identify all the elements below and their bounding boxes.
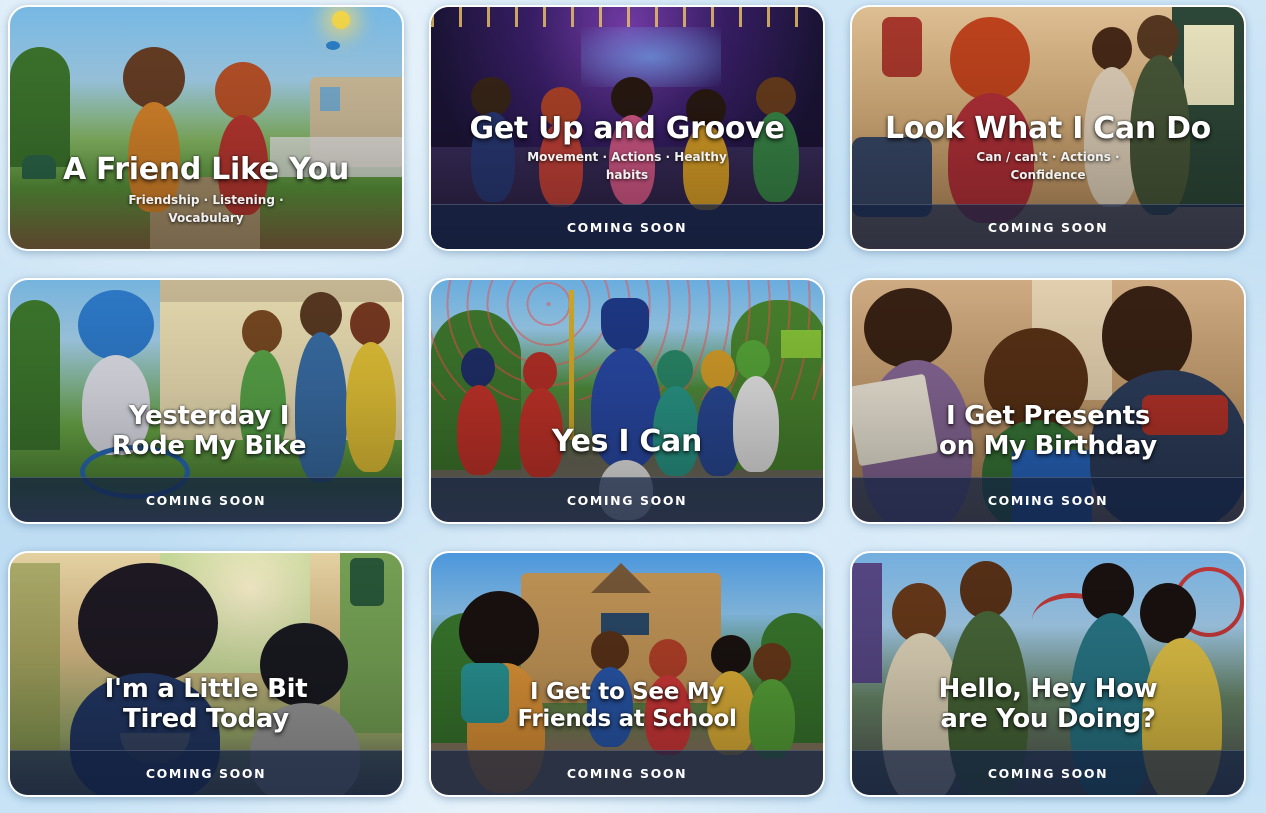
card-title-block: Hello, Hey How are You Doing? (852, 674, 1244, 734)
card-title-block: Look What I Can Do Can / can't · Actions… (852, 113, 1244, 184)
coming-soon-badge: COMING SOON (852, 750, 1244, 795)
card-title: I'm a Little Bit Tired Today (10, 674, 402, 734)
coming-soon-badge: COMING SOON (431, 750, 823, 795)
card-title: Get Up and Groove (431, 113, 823, 144)
card-title-line: A Friend Like You (62, 152, 350, 187)
coming-soon-badge: COMING SOON (852, 204, 1244, 249)
story-card-yesterday-i-rode-my-bike[interactable]: Yesterday I Rode My Bike COMING SOON (8, 278, 404, 524)
card-title-line: Yesterday I (128, 401, 290, 431)
card-tags: Can / can't · Actions · Confidence (976, 150, 1120, 182)
story-card-get-up-and-groove[interactable]: Get Up and Groove Movement · Actions · H… (429, 5, 825, 251)
card-title: Hello, Hey How are You Doing? (852, 674, 1244, 734)
card-title: Look What I Can Do (852, 113, 1244, 144)
card-title-line: Friends at School (517, 706, 737, 732)
card-title-block: I'm a Little Bit Tired Today (10, 674, 402, 734)
card-title-block: Yes I Can (431, 426, 823, 457)
card-title-line: are You Doing? (940, 704, 1156, 734)
card-tags: Friendship · Listening · Vocabulary (128, 193, 284, 225)
story-card-a-friend-like-you[interactable]: A Friend Like You Friendship · Listening… (8, 5, 404, 251)
card-title: Yesterday I Rode My Bike (16, 401, 402, 461)
coming-soon-badge: COMING SOON (431, 477, 823, 522)
card-title-line: Look What I Can Do (885, 111, 1211, 146)
story-card-yes-i-can[interactable]: Yes I Can COMING SOON (429, 278, 825, 524)
card-title-block: A Friend Like You Friendship · Listening… (10, 154, 402, 227)
card-title: Yes I Can (431, 426, 823, 457)
coming-soon-badge: COMING SOON (10, 477, 402, 522)
story-card-i-get-presents-on-my-birthday[interactable]: I Get Presents on My Birthday COMING SOO… (850, 278, 1246, 524)
card-title-block: I Get to See My Friends at School (431, 679, 823, 733)
card-title-line: I Get to See My (530, 679, 724, 705)
story-card-i-get-to-see-my-friends-at-school[interactable]: I Get to See My Friends at School COMING… (429, 551, 825, 797)
story-card-hello-hey-how-are-you-doing[interactable]: Hello, Hey How are You Doing? COMING SOO… (850, 551, 1246, 797)
card-title: I Get Presents on My Birthday (852, 401, 1244, 461)
card-title-line: on My Birthday (939, 431, 1157, 461)
card-title: A Friend Like You (10, 154, 402, 185)
card-title-line: I'm a Little Bit (104, 674, 308, 704)
story-card-im-a-little-bit-tired-today[interactable]: I'm a Little Bit Tired Today COMING SOON (8, 551, 404, 797)
story-card-grid: A Friend Like You Friendship · Listening… (8, 5, 1246, 797)
story-card-look-what-i-can-do[interactable]: Look What I Can Do Can / can't · Actions… (850, 5, 1246, 251)
coming-soon-badge: COMING SOON (431, 204, 823, 249)
card-title: I Get to See My Friends at School (431, 679, 823, 733)
coming-soon-badge: COMING SOON (10, 750, 402, 795)
card-title-line: I Get Presents (945, 401, 1151, 431)
card-title-line: Rode My Bike (111, 431, 307, 461)
card-title-block: Get Up and Groove Movement · Actions · H… (431, 113, 823, 184)
card-title-line: Tired Today (123, 704, 289, 734)
card-title-line: Get Up and Groove (469, 111, 785, 146)
card-title-line: Hello, Hey How (938, 674, 1158, 704)
coming-soon-badge: COMING SOON (852, 477, 1244, 522)
card-title-block: Yesterday I Rode My Bike (10, 401, 402, 461)
card-title-line: Yes I Can (551, 424, 703, 459)
card-title-block: I Get Presents on My Birthday (852, 401, 1244, 461)
card-tags: Movement · Actions · Healthy habits (527, 150, 727, 182)
